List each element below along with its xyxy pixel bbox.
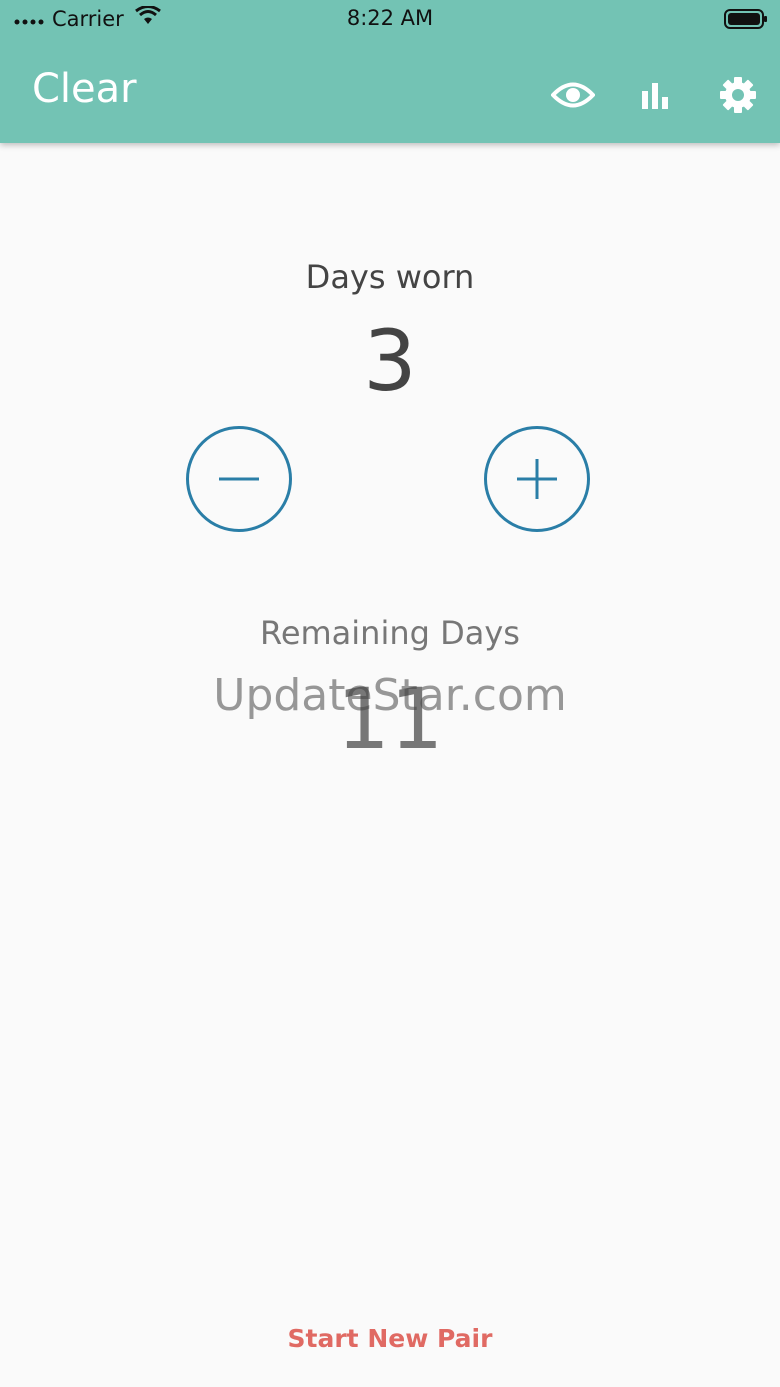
eye-icon[interactable]: [550, 72, 596, 118]
plus-icon: [517, 459, 557, 499]
status-bar: Carrier 8:22 AM: [0, 0, 780, 38]
app-title: Clear: [32, 66, 137, 112]
decrement-button[interactable]: [186, 426, 292, 532]
watermark: UpdateStar.com: [213, 670, 567, 721]
clock: 8:22 AM: [346, 6, 434, 30]
gear-icon[interactable]: [715, 72, 761, 118]
start-new-pair-button[interactable]: Start New Pair: [0, 1324, 780, 1353]
minus-icon: [219, 477, 259, 481]
increment-button[interactable]: [484, 426, 590, 532]
battery-icon: [724, 9, 768, 34]
days-worn-value: 3: [363, 312, 417, 410]
app-header: Carrier 8:22 AM Clear: [0, 0, 780, 143]
bar-chart-icon[interactable]: [632, 72, 678, 118]
days-worn-label: Days worn: [305, 258, 475, 296]
remaining-days-label: Remaining Days: [260, 614, 520, 652]
